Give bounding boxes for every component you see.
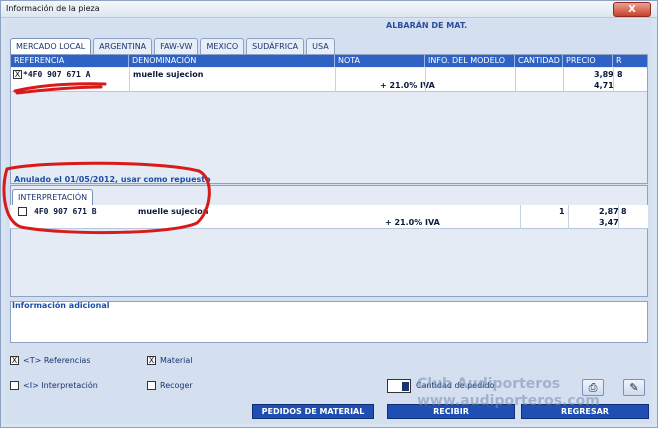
- divider: [335, 68, 336, 92]
- col-r[interactable]: R: [613, 55, 647, 67]
- option-recoger[interactable]: Recoger: [147, 381, 193, 390]
- interpretacion-label: <I> Interpretación: [23, 381, 98, 390]
- quantity-input[interactable]: [387, 379, 411, 393]
- col-referencia[interactable]: REFERENCIA: [11, 55, 129, 67]
- col-nota[interactable]: NOTA: [335, 55, 425, 67]
- tab-interpretacion[interactable]: INTERPRETACIÓN: [12, 189, 94, 205]
- title-bar: Información de la pieza X: [1, 1, 657, 18]
- interpretacion-checkbox[interactable]: [10, 381, 19, 390]
- table-row[interactable]: X *4F0 907 671 A muelle sujecion + 21.0%…: [11, 68, 647, 92]
- market-tabs: MERCADO LOCAL ARGENTINA FAW-VW MEXICO SU…: [10, 38, 335, 56]
- col-precio[interactable]: PRECIO: [563, 55, 613, 67]
- tab-sudafrica[interactable]: SUDÁFRICA: [246, 38, 305, 54]
- option-material[interactable]: X Material: [147, 356, 193, 365]
- tab-faw-vw[interactable]: FAW-VW: [154, 38, 199, 54]
- anulado-notice: Anulado el 01/05/2012, usar como repuest…: [14, 175, 211, 184]
- divider: [563, 68, 564, 92]
- part-info-window: Información de la pieza X ALBARÁN DE MAT…: [0, 0, 658, 428]
- precio-iva-cell: 3,47: [599, 218, 619, 227]
- info-adicional-label: Información adicional: [12, 301, 110, 310]
- r-cell: 8: [621, 207, 627, 216]
- row-checkbox[interactable]: X: [13, 70, 22, 79]
- close-button[interactable]: X: [613, 2, 651, 17]
- referencia-cell: *4F0 907 671 A: [23, 70, 91, 79]
- divider: [568, 205, 569, 229]
- cantidad-cell: 1: [559, 207, 565, 216]
- denominacion-cell: muelle sujecion: [138, 207, 209, 216]
- interpretation-grid: [10, 185, 648, 297]
- option-referencias[interactable]: X <T> Referencias: [10, 356, 91, 365]
- divider: [129, 68, 130, 92]
- precio-cell: 3,89: [594, 70, 614, 79]
- table-row[interactable]: 4F0 907 671 B muelle sujecion + 21.0% IV…: [10, 205, 648, 229]
- divider: [425, 68, 426, 92]
- referencias-label: <T> Referencias: [23, 356, 91, 365]
- material-checkbox[interactable]: X: [147, 356, 156, 365]
- denominacion-cell: muelle sujecion: [133, 70, 204, 79]
- row-checkbox[interactable]: [18, 207, 27, 216]
- referencias-checkbox[interactable]: X: [10, 356, 19, 365]
- watermark-line1: Club Audiporteros: [417, 376, 561, 392]
- col-cantidad[interactable]: CANTIDAD: [515, 55, 563, 67]
- tab-usa[interactable]: USA: [306, 38, 335, 54]
- divider: [520, 205, 521, 229]
- pedidos-material-button[interactable]: PEDIDOS DE MATERIAL: [252, 404, 374, 419]
- col-info-modelo[interactable]: INFO. DEL MODELO: [425, 55, 515, 67]
- divider: [618, 205, 619, 229]
- watermark-line2: www.audiporteros.com: [417, 393, 600, 409]
- divider: [613, 68, 614, 92]
- iva-cell: + 21.0% IVA: [380, 81, 435, 90]
- precio-cell: 2,87: [599, 207, 619, 216]
- divider: [515, 68, 516, 92]
- precio-iva-cell: 4,71: [594, 81, 614, 90]
- watermark: Club Audiporteros www.audiporteros.com: [417, 376, 647, 424]
- recoger-checkbox[interactable]: [147, 381, 156, 390]
- iva-cell: + 21.0% IVA: [385, 218, 440, 227]
- albaran-label: ALBARÁN DE MAT.: [386, 21, 468, 30]
- parts-grid: REFERENCIA DENOMINACIÓN NOTA INFO. DEL M…: [10, 54, 648, 184]
- grid-header: REFERENCIA DENOMINACIÓN NOTA INFO. DEL M…: [11, 55, 647, 67]
- material-label: Material: [160, 356, 193, 365]
- option-interpretacion[interactable]: <I> Interpretación: [10, 381, 98, 390]
- tab-mexico[interactable]: MEXICO: [200, 38, 245, 54]
- window-title: Información de la pieza: [6, 4, 100, 13]
- content-area: ALBARÁN DE MAT. MERCADO LOCAL ARGENTINA …: [6, 19, 652, 424]
- referencia-cell: 4F0 907 671 B: [34, 207, 97, 216]
- tab-argentina[interactable]: ARGENTINA: [93, 38, 153, 54]
- r-cell: 8: [617, 70, 623, 79]
- recoger-label: Recoger: [160, 381, 193, 390]
- text-cursor: [402, 382, 409, 391]
- col-denominacion[interactable]: DENOMINACIÓN: [129, 55, 335, 67]
